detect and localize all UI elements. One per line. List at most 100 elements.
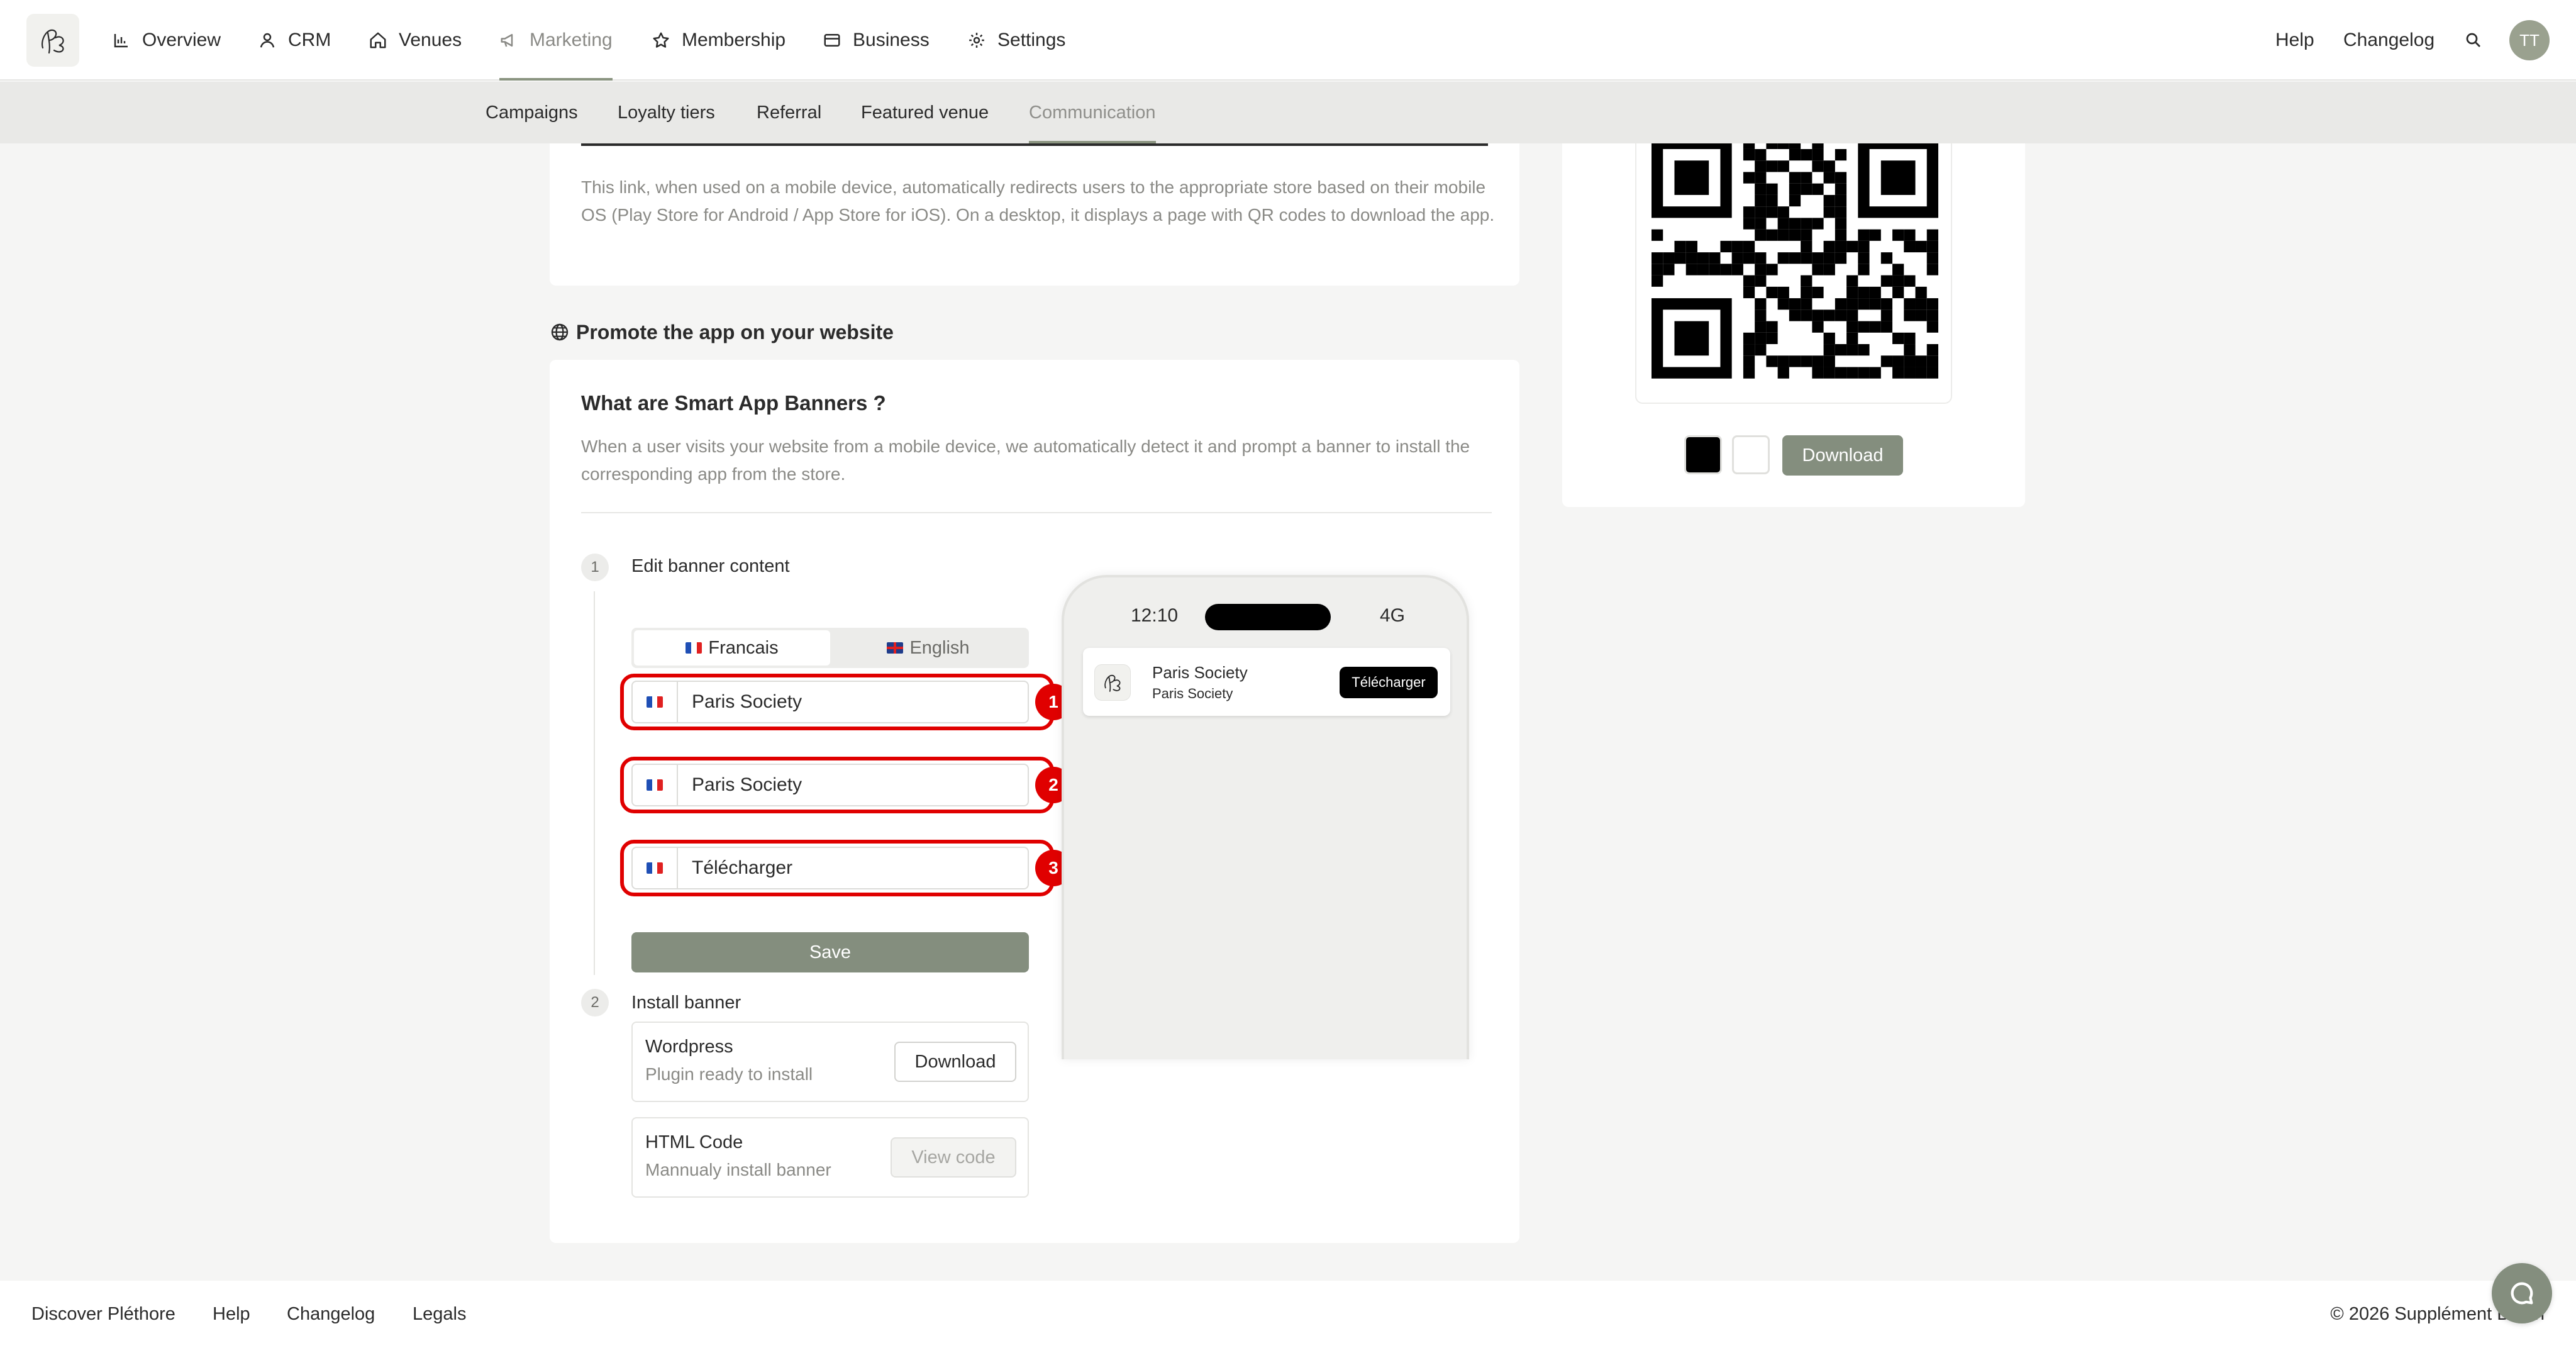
footer: Discover Pléthore Help Changelog Legals … — [0, 1281, 2576, 1348]
annotation-ring-3 — [620, 840, 1054, 896]
qr-module — [1697, 264, 1709, 276]
qr-module — [1743, 143, 1755, 149]
user-avatar[interactable]: TT — [2509, 20, 2550, 60]
footer-changelog-link[interactable]: Changelog — [287, 1281, 375, 1348]
logo-monogram-icon — [1104, 674, 1121, 692]
nav-item-crm[interactable]: CRM — [258, 0, 331, 81]
qr-module — [1812, 264, 1824, 276]
qr-module — [1835, 309, 1847, 321]
qr-module — [1674, 252, 1686, 264]
qr-download-button[interactable]: Download — [1782, 435, 1903, 476]
qr-module — [1904, 367, 1916, 379]
footer-help-link[interactable]: Help — [213, 1281, 250, 1348]
nav-item-settings[interactable]: Settings — [967, 0, 1065, 81]
nav-label: Marketing — [530, 30, 613, 50]
qr-module — [1801, 172, 1813, 184]
support-chat-button[interactable] — [2492, 1263, 2552, 1323]
step-1-number: 1 — [581, 554, 609, 581]
qr-module — [1755, 298, 1767, 310]
qr-black-swatch[interactable] — [1684, 435, 1722, 474]
qr-module — [1743, 344, 1755, 356]
nav-item-venues[interactable]: Venues — [369, 0, 462, 81]
qr-module — [1823, 355, 1835, 367]
qr-module — [1835, 183, 1847, 195]
qr-module — [1743, 332, 1755, 345]
tab-communication[interactable]: Communication — [1029, 82, 1155, 143]
qr-module — [1823, 160, 1835, 172]
qr-module — [1835, 344, 1847, 356]
qr-module — [1743, 286, 1755, 299]
tab-featured-venue[interactable]: Featured venue — [861, 82, 989, 143]
nav-label: Venues — [399, 30, 462, 50]
view-code-button[interactable]: View code — [891, 1137, 1016, 1178]
qr-module — [1858, 240, 1870, 253]
qr-finder-inner — [1674, 160, 1709, 195]
app-logo[interactable] — [26, 14, 79, 67]
qr-module — [1869, 229, 1881, 241]
footer-legals-link[interactable]: Legals — [413, 1281, 466, 1348]
qr-module — [1812, 309, 1824, 321]
qr-module — [1755, 321, 1767, 333]
nav-item-overview[interactable]: Overview — [112, 0, 221, 81]
qr-module — [1835, 229, 1847, 241]
qr-module — [1835, 172, 1847, 184]
qr-module — [1709, 264, 1721, 276]
wordpress-title: Wordpress — [645, 1037, 733, 1057]
section-divider — [581, 512, 1492, 513]
wordpress-download-button[interactable]: Download — [894, 1042, 1016, 1082]
banner-preview-title: Paris Society — [1152, 663, 1248, 682]
nav-item-membership[interactable]: Membership — [652, 0, 786, 81]
qr-module — [1789, 309, 1801, 321]
wordpress-option: Wordpress Plugin ready to install Downlo… — [631, 1022, 1029, 1102]
qr-module — [1904, 355, 1916, 367]
top-navigation: Overview CRM Venues Marketing Membership… — [0, 0, 2576, 81]
qr-module — [1720, 264, 1732, 276]
qr-module — [1835, 367, 1847, 379]
qr-module — [1926, 355, 1938, 367]
gear-icon — [969, 33, 984, 48]
tab-francais[interactable]: Francais — [634, 630, 830, 666]
qr-code-icon — [1652, 143, 1938, 379]
nav-item-marketing[interactable]: Marketing — [499, 0, 613, 81]
search-button[interactable] — [2464, 0, 2483, 81]
footer-discover-link[interactable]: Discover Pléthore — [31, 1281, 175, 1348]
save-button[interactable]: Save — [631, 932, 1029, 972]
qr-module — [1789, 229, 1801, 241]
tab-referral[interactable]: Referral — [757, 82, 821, 143]
qr-module — [1789, 172, 1801, 184]
qr-module — [1823, 344, 1835, 356]
qr-module — [1766, 355, 1778, 367]
qr-frame — [1635, 143, 1952, 404]
qr-white-swatch[interactable] — [1732, 435, 1770, 474]
help-link[interactable]: Help — [2275, 0, 2314, 81]
qr-module — [1880, 355, 1893, 367]
qr-module — [1652, 275, 1663, 287]
qr-module — [1789, 194, 1801, 207]
qr-module — [1823, 172, 1835, 184]
qr-module — [1755, 252, 1767, 264]
qr-module — [1731, 240, 1743, 253]
tab-english[interactable]: English — [830, 630, 1026, 666]
qr-module — [1663, 252, 1675, 264]
qr-module — [1823, 367, 1835, 379]
qr-module — [1766, 286, 1778, 299]
qr-module — [1766, 183, 1778, 195]
qr-module — [1755, 264, 1767, 276]
qr-module — [1743, 206, 1755, 218]
qr-module — [1789, 148, 1801, 161]
changelog-link[interactable]: Changelog — [2343, 0, 2434, 81]
qr-module — [1812, 143, 1824, 149]
qr-module — [1892, 275, 1904, 287]
qr-module — [1846, 309, 1858, 321]
qr-module — [1755, 275, 1767, 287]
banner-preview-button[interactable]: Télécharger — [1340, 667, 1438, 698]
qr-module — [1812, 286, 1824, 299]
qr-module — [1652, 252, 1663, 264]
nav-item-business[interactable]: Business — [823, 0, 930, 81]
tab-campaigns[interactable]: Campaigns — [486, 82, 578, 143]
tab-loyalty-tiers[interactable]: Loyalty tiers — [618, 82, 715, 143]
uk-flag-icon — [887, 642, 904, 654]
person-icon — [260, 33, 275, 48]
qr-module — [1869, 286, 1881, 299]
active-nav-indicator — [499, 78, 613, 81]
